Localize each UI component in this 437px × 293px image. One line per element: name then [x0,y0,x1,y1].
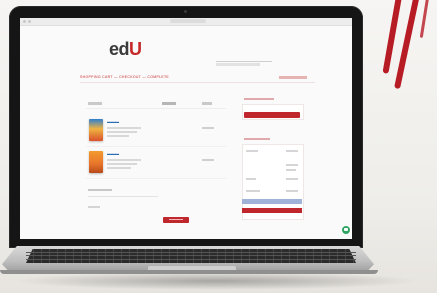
summary-value [286,178,298,180]
laptop-shadow [12,272,420,290]
checkout-button[interactable] [242,208,302,213]
keyboard-row [26,259,356,260]
search-input[interactable] [216,56,272,62]
window-control-icon[interactable] [23,20,26,23]
webcam [184,10,187,13]
summary-value [286,150,298,152]
site-logo[interactable]: edU [109,40,142,58]
divider [88,196,158,197]
product-price [202,127,214,129]
divider [86,178,226,179]
column-header-quantity [162,102,176,105]
product-title[interactable]: ▬▬▬ [107,120,119,124]
summary-label [246,150,258,152]
address-bar[interactable] [170,19,206,23]
divider [80,82,315,83]
checkout-step-link[interactable] [279,76,307,79]
checkout-steps: SHOPPING CART — CHECKOUT — COMPLETE [80,75,170,79]
column-header-price [202,102,212,105]
chat-icon[interactable] [342,226,350,234]
product-thumbnail[interactable] [89,119,103,141]
keyboard-row [26,255,356,256]
product-price [202,159,214,161]
laptop-lid: edU SHOPPING CART — CHECKOUT — COMPLETE … [9,6,363,248]
column-header-product [88,102,102,105]
summary-value [286,169,296,171]
header-link[interactable] [216,63,260,66]
summary-value [286,190,298,192]
keyboard-row [26,252,356,253]
product-title[interactable]: ▬▬▬ [107,152,119,156]
window-control-icon[interactable] [28,20,31,23]
product-thumbnail[interactable] [89,151,103,173]
product-description [107,131,137,133]
product-description [107,167,131,169]
browser-toolbar [20,18,352,26]
logo-accent: U [129,39,142,59]
summary-label [246,190,260,192]
product-description [107,159,141,161]
divider [86,108,226,109]
laptop-front-edge [0,270,378,274]
logo-text: ed [109,39,130,59]
summary-value [286,164,298,166]
sidebar-heading [244,98,274,100]
product-description [107,135,129,137]
product-description [107,127,141,129]
divider [86,146,226,147]
login-button[interactable] [244,112,300,118]
coupon-label [88,189,112,191]
payment-option[interactable] [242,199,302,204]
product-photo-scene: edU SHOPPING CART — CHECKOUT — COMPLETE … [0,0,437,293]
update-cart-button[interactable] [163,217,189,223]
laptop-screen: edU SHOPPING CART — CHECKOUT — COMPLETE … [20,18,352,239]
decorative-stroke [419,0,429,38]
order-summary-heading [244,138,270,140]
coupon-input[interactable] [88,206,100,208]
product-description [107,163,137,165]
summary-label [246,178,256,180]
